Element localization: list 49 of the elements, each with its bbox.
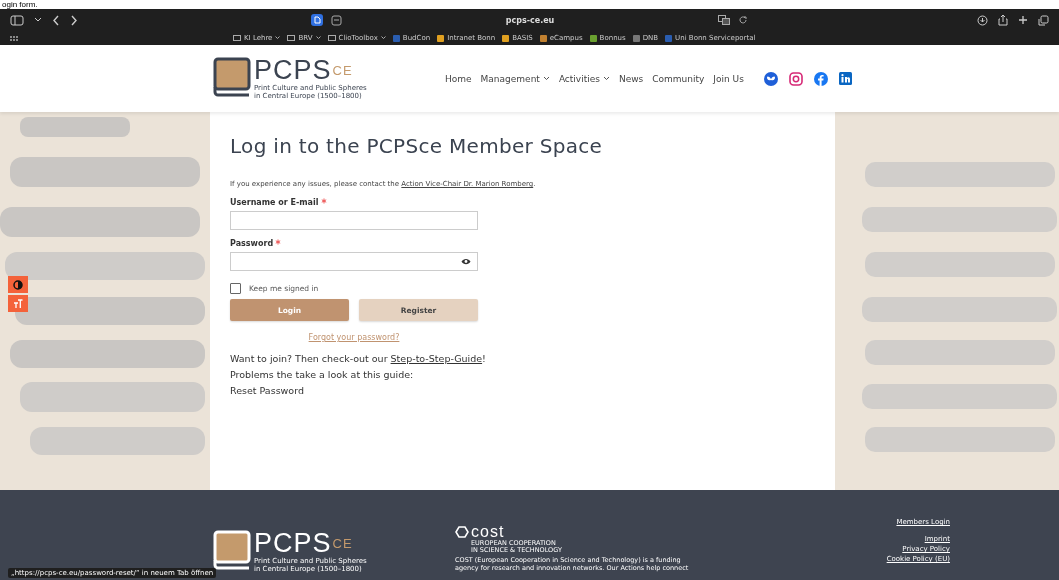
forward-icon[interactable]	[70, 14, 78, 26]
page-title: Log in to the PCPSce Member Space	[230, 134, 604, 158]
text-size-icon	[13, 298, 23, 309]
folder-icon	[287, 35, 296, 41]
address-bar[interactable]: pcps-ce.eu	[350, 15, 710, 25]
butterfly-icon[interactable]	[763, 71, 778, 86]
caret-icon	[380, 36, 386, 40]
input-field[interactable]	[230, 211, 478, 230]
plus-icon[interactable]	[1018, 15, 1028, 25]
tabs-icon[interactable]	[331, 14, 342, 26]
linkedin-icon[interactable]	[838, 72, 852, 85]
share-icon[interactable]	[998, 14, 1008, 26]
caret-icon	[315, 36, 321, 40]
folder-icon	[327, 35, 336, 41]
back-icon[interactable]	[52, 14, 60, 26]
nav-link[interactable]: Join Us	[713, 73, 744, 84]
nav-link[interactable]: Community	[652, 73, 705, 84]
password-field[interactable]	[230, 252, 478, 271]
tab-overview-icon[interactable]	[1038, 14, 1049, 26]
contrast-button[interactable]	[8, 276, 28, 293]
grid-icon[interactable]	[10, 35, 18, 41]
logo-wordmark: PCPS	[254, 55, 332, 85]
body-text: Problems the take a look at this guide:	[230, 368, 415, 382]
checkbox[interactable]	[230, 283, 241, 294]
field-label: Password	[230, 239, 274, 248]
logo-superscript: CE	[332, 63, 353, 78]
sidebar-icon[interactable]	[10, 14, 24, 26]
nav-link[interactable]: Activities	[558, 73, 610, 84]
facebook-icon[interactable]	[813, 71, 828, 86]
eye-icon[interactable]	[461, 258, 471, 265]
chevron-icon[interactable]	[34, 17, 42, 23]
caret-icon	[275, 36, 281, 40]
nav-link[interactable]: Home	[445, 73, 472, 84]
folder-icon	[233, 35, 241, 41]
book-logo-icon[interactable]	[213, 530, 251, 570]
nav-link[interactable]: News	[618, 73, 644, 84]
contrast-icon	[13, 279, 23, 290]
body-text: Reset Password	[230, 384, 305, 398]
book-logo-icon[interactable]	[213, 57, 251, 97]
text-size-button[interactable]	[8, 295, 28, 312]
instagram-icon[interactable]	[788, 71, 803, 86]
reload-icon[interactable]	[738, 15, 748, 25]
cost-wordmark: cost	[471, 524, 505, 540]
join-text: Want to join? Then check-out our Step-to-Step-Guide!	[230, 352, 487, 366]
download-icon[interactable]	[977, 14, 988, 26]
nav-link[interactable]: Management	[480, 73, 550, 84]
logo-wordmark: PCPS	[254, 528, 332, 558]
logo-superscript: CE	[332, 536, 353, 551]
field-label: Username or E-mail	[230, 198, 319, 207]
